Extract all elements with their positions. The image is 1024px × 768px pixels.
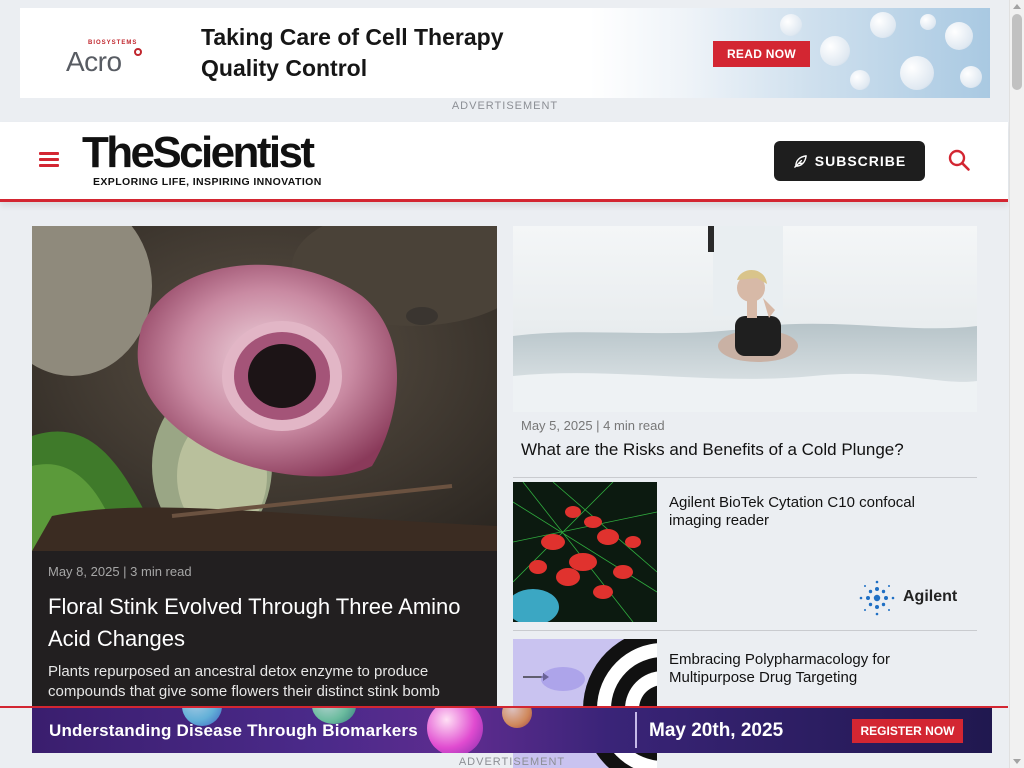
side-card-title[interactable]: Embracing Polypharmacology for Multipurp… xyxy=(669,651,959,687)
logo-tagline: EXPLORING LIFE, INSPIRING INNOVATION xyxy=(93,176,322,188)
bottom-advertisement[interactable]: Understanding Disease Through Biomarkers… xyxy=(32,708,992,753)
feature-meta: May 8, 2025 | 3 min read xyxy=(48,564,192,579)
side-top-title[interactable]: What are the Risks and Benefits of a Col… xyxy=(521,439,971,461)
acro-logo: BIOSYSTEMS Acro xyxy=(66,36,156,77)
site-header: TheScientist EXPLORING LIFE, INSPIRING I… xyxy=(0,122,1008,202)
subscribe-label: SUBSCRIBE xyxy=(814,153,907,169)
side-card-polypharmacology[interactable]: Embracing Polypharmacology for Multipurp… xyxy=(513,639,977,768)
search-icon[interactable] xyxy=(947,148,971,172)
bottom-ad-divider xyxy=(635,712,637,748)
logo-name: TheScientist xyxy=(82,128,315,177)
advertisement-label-bottom: ADVERTISEMENT xyxy=(458,756,566,768)
vertical-scrollbar[interactable] xyxy=(1009,0,1024,768)
feature-title[interactable]: Floral Stink Evolved Through Three Amino… xyxy=(48,591,483,655)
brand-text: Acro xyxy=(66,46,122,77)
agilent-spark-icon xyxy=(859,580,895,616)
side-card-title[interactable]: Agilent BioTek Cytation C10 confocal ima… xyxy=(669,494,959,530)
side-top-meta: May 5, 2025 | 4 min read xyxy=(521,418,665,433)
top-advertisement[interactable]: BIOSYSTEMS Acro Taking Care of Cell Ther… xyxy=(20,8,990,98)
feather-pen-icon xyxy=(793,154,807,168)
bottom-ad-title: Understanding Disease Through Biomarkers xyxy=(49,721,418,740)
site-logo[interactable]: TheScientist EXPLORING LIFE, INSPIRING I… xyxy=(82,130,342,190)
scroll-up-arrow-icon[interactable] xyxy=(1013,4,1021,9)
advertisement-label: ADVERTISEMENT xyxy=(451,100,559,112)
ad-bubble xyxy=(427,708,483,753)
side-top-article[interactable]: May 5, 2025 | 4 min read What are the Ri… xyxy=(513,226,977,478)
ad-bubble xyxy=(502,708,532,728)
subscribe-button[interactable]: SUBSCRIBE xyxy=(774,141,925,181)
brand-ring-icon xyxy=(134,48,142,56)
feature-article-card[interactable]: May 8, 2025 | 3 min read Floral Stink Ev… xyxy=(32,226,497,708)
bottom-ad-date: May 20th, 2025 xyxy=(649,720,784,741)
scrollbar-thumb[interactable] xyxy=(1012,14,1022,90)
confocal-image-thumb xyxy=(513,482,657,622)
cold-plunge-photo xyxy=(513,226,977,412)
register-now-button[interactable]: REGISTER NOW xyxy=(852,719,963,743)
ad-headline: Taking Care of Cell Therapy Quality Cont… xyxy=(201,24,504,81)
flower-photo xyxy=(32,226,497,551)
read-now-button[interactable]: READ NOW xyxy=(713,41,810,67)
agilent-wordmark: Agilent xyxy=(903,588,958,605)
side-card-agilent[interactable]: Agilent BioTek Cytation C10 confocal ima… xyxy=(513,482,977,631)
hamburger-icon[interactable] xyxy=(39,152,59,168)
scroll-down-arrow-icon[interactable] xyxy=(1013,759,1021,764)
agilent-logo: Agilent xyxy=(857,578,961,618)
feature-excerpt: Plants repurposed an ancestral detox enz… xyxy=(48,663,440,700)
